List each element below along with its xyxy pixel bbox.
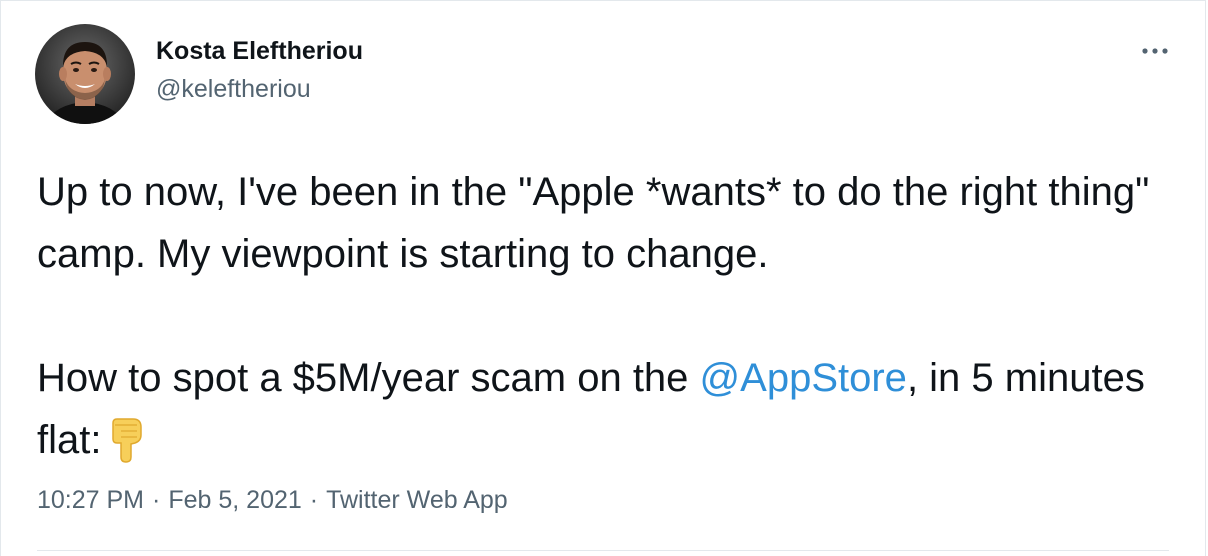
tweet-paragraph-2: How to spot a $5M/year scam on the @AppS… xyxy=(37,347,1177,481)
more-options-icon[interactable] xyxy=(1137,41,1173,61)
author-handle[interactable]: @keleftheriou xyxy=(156,75,311,104)
tweet-paragraph-1: Up to now, I've been in the "Apple *want… xyxy=(37,170,1150,276)
divider xyxy=(37,550,1169,551)
backhand-index-pointing-down-icon xyxy=(107,417,147,481)
author-name[interactable]: Kosta Eleftheriou xyxy=(156,37,363,66)
tweet-date[interactable]: Feb 5, 2021 xyxy=(168,486,301,514)
tweet-time[interactable]: 10:27 PM xyxy=(37,486,144,514)
meta-separator: · xyxy=(309,486,319,514)
tweet-text: Up to now, I've been in the "Apple *want… xyxy=(37,161,1177,481)
tweet-source[interactable]: Twitter Web App xyxy=(326,486,508,514)
avatar[interactable] xyxy=(35,24,135,124)
profile-photo-image xyxy=(35,24,135,124)
tweet-text-before-mention: How to spot a $5M/year scam on the xyxy=(37,356,700,400)
tweet-meta: 10:27 PM · Feb 5, 2021 · Twitter Web App xyxy=(37,486,508,515)
meta-separator: · xyxy=(152,486,161,514)
appstore-mention-link[interactable]: @AppStore xyxy=(700,356,907,400)
tweet-card: Kosta Eleftheriou @keleftheriou Up to no… xyxy=(0,0,1206,556)
